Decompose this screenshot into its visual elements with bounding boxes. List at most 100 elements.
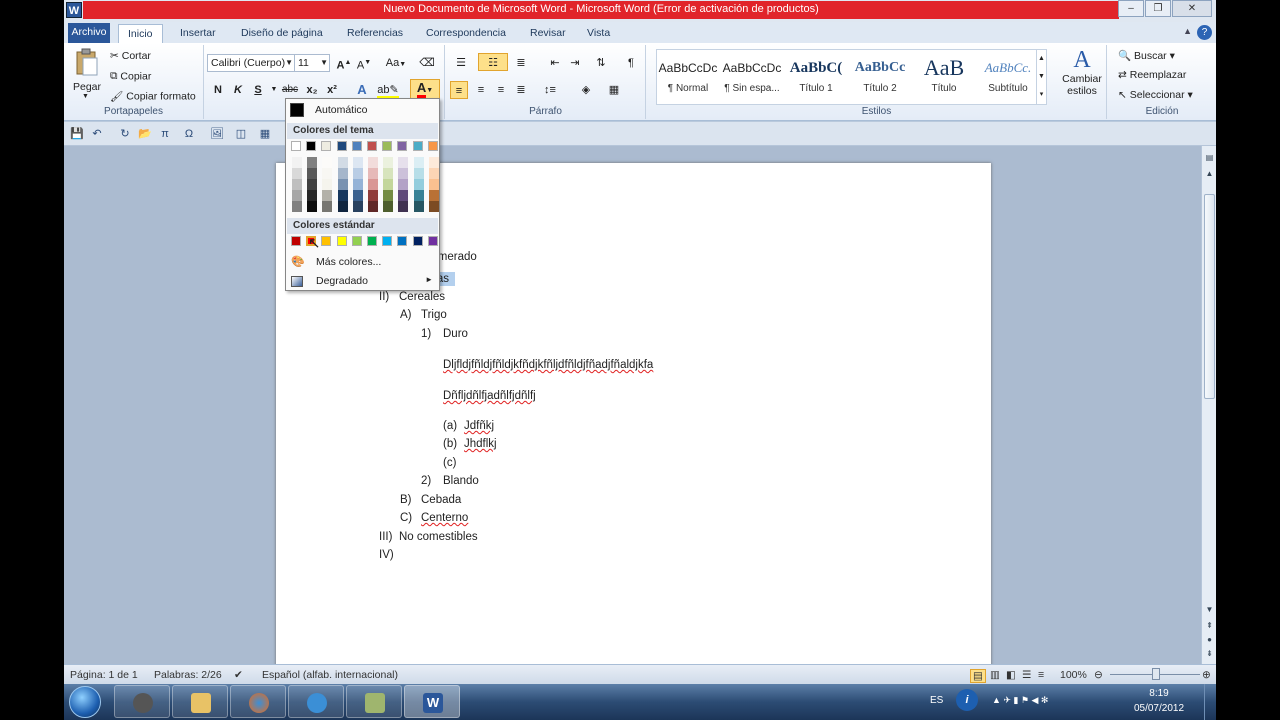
format-painter-button[interactable]: 🖌 Copiar formato [110, 90, 196, 103]
paste-icon[interactable] [74, 48, 100, 78]
grow-font-icon[interactable]: A▲ [335, 54, 353, 72]
table-icon[interactable]: ▦ [258, 127, 272, 141]
full-screen-icon[interactable]: ▥ [990, 669, 1000, 681]
align-right-icon[interactable]: ≡ [492, 81, 510, 99]
page-count[interactable]: Página: 1 de 1 [70, 669, 138, 681]
theme-shade-swatch[interactable] [337, 168, 348, 179]
taskbar-item-ie[interactable] [288, 685, 344, 718]
clear-format-icon[interactable]: ⌫ [418, 54, 436, 72]
styles-scroll[interactable]: ▲ ▼ ▾ [1036, 50, 1046, 104]
list-item[interactable]: Dñfljdñlfjadñlfjdñlfj [443, 390, 536, 402]
info-icon[interactable]: i [956, 689, 978, 711]
theme-shade-swatch[interactable] [307, 157, 318, 168]
clock-date[interactable]: 05/07/2012 [1124, 703, 1194, 714]
standard-color-swatch[interactable] [427, 236, 438, 246]
theme-shade-swatch[interactable] [292, 157, 302, 168]
symbol-icon[interactable]: Ω [182, 127, 196, 141]
open-icon[interactable]: 📂 [138, 127, 152, 141]
list-item[interactable]: Trigo [421, 309, 447, 321]
theme-shade-swatch[interactable] [352, 179, 363, 190]
taskbar-item-word[interactable]: W [404, 685, 460, 718]
subscript-button[interactable]: x₂ [303, 81, 321, 99]
theme-color-swatch[interactable] [382, 141, 393, 151]
change-case-button[interactable]: Aa▼ [384, 54, 408, 72]
theme-shade-swatch[interactable] [368, 168, 378, 179]
redo-icon[interactable]: ↻ [118, 127, 132, 141]
word-app-icon[interactable]: W [66, 2, 82, 18]
superscript-button[interactable]: x² [323, 81, 341, 99]
shapes-icon[interactable]: ◫ [234, 127, 248, 141]
theme-shade-swatch[interactable] [383, 190, 394, 201]
theme-shade-swatch[interactable] [322, 190, 333, 201]
theme-shade-swatch[interactable] [368, 157, 378, 168]
style-subtitle[interactable]: AaBbCc. Subtítulo [977, 50, 1039, 104]
style-heading2[interactable]: AaBbCc Título 2 [849, 50, 911, 104]
numbering-icon[interactable]: ☷ [478, 53, 508, 71]
theme-color-swatch[interactable] [412, 141, 423, 151]
more-colors-option[interactable]: Más colores... [316, 256, 381, 268]
theme-shade-swatch[interactable] [383, 179, 394, 190]
scroll-thumb[interactable] [1204, 194, 1215, 399]
tab-insertar[interactable]: Insertar [180, 24, 216, 43]
theme-shade-swatch[interactable] [413, 157, 424, 168]
theme-shade-swatch[interactable] [383, 201, 394, 212]
theme-shade-swatch[interactable] [337, 190, 348, 201]
theme-color-swatch[interactable] [291, 141, 301, 151]
theme-shade-swatch[interactable] [292, 168, 302, 179]
taskbar-item-app[interactable] [114, 685, 170, 718]
theme-shade-swatch[interactable] [398, 190, 409, 201]
theme-color-swatch[interactable] [367, 141, 377, 151]
close-icon[interactable]: ✕ [1172, 0, 1212, 17]
theme-shade-swatch[interactable] [352, 190, 363, 201]
cut-button[interactable]: ✂ Cortar [110, 50, 151, 62]
standard-color-swatch[interactable] [412, 236, 423, 246]
theme-shade-swatch[interactable] [322, 201, 333, 212]
theme-shade-swatch[interactable] [398, 157, 409, 168]
list-item[interactable]: Cebada [421, 494, 461, 506]
ruler-toggle-icon[interactable]: ▤ [1204, 152, 1215, 163]
theme-color-swatch[interactable] [336, 141, 347, 151]
next-page-icon[interactable]: ⇟ [1204, 648, 1215, 659]
zoom-slider-thumb[interactable] [1152, 668, 1160, 680]
find-button[interactable]: 🔍 Buscar ▾ [1118, 49, 1175, 62]
theme-shade-swatch[interactable] [398, 179, 409, 190]
theme-shade-swatch[interactable] [337, 157, 348, 168]
theme-color-swatch[interactable] [351, 141, 362, 151]
theme-color-swatch[interactable] [321, 141, 332, 151]
print-layout-icon[interactable]: ▤ [970, 669, 986, 683]
theme-shade-swatch[interactable] [428, 179, 439, 190]
style-no-spacing[interactable]: AaBbCcDc ¶ Sin espa... [721, 50, 783, 104]
theme-shade-swatch[interactable] [368, 190, 378, 201]
line-spacing-icon[interactable]: ↕≡ [538, 81, 562, 99]
outline-view-icon[interactable]: ☰ [1022, 669, 1031, 681]
theme-shade-swatch[interactable] [398, 201, 409, 212]
automatic-option[interactable]: Automático [315, 104, 368, 116]
standard-color-swatch[interactable] [367, 236, 377, 246]
scroll-down-icon[interactable]: ▼ [1204, 604, 1215, 615]
scroll-up-icon[interactable]: ▲ [1204, 168, 1215, 179]
align-left-icon[interactable]: ≡ [450, 81, 468, 99]
theme-shade-swatch[interactable] [413, 201, 424, 212]
style-normal[interactable]: AaBbCcDc ¶ Normal [657, 50, 719, 104]
vertical-scrollbar[interactable]: ▤ ▲ ▼ ⇞ ● ⇟ [1201, 146, 1216, 664]
standard-color-swatch[interactable] [351, 236, 362, 246]
bullets-icon[interactable]: ☰ [450, 54, 472, 72]
input-language[interactable]: ES [930, 695, 943, 706]
shading-icon[interactable]: ◈ [574, 81, 598, 99]
font-name-combo[interactable]: Calibri (Cuerpo) ▼ [207, 54, 295, 72]
tab-diseno[interactable]: Diseño de página [241, 24, 323, 43]
select-button[interactable]: ↖ Seleccionar ▾ [1118, 89, 1193, 101]
sort-icon[interactable]: ⇅ [592, 54, 610, 72]
zoom-level[interactable]: 100% [1060, 669, 1087, 681]
theme-shade-swatch[interactable] [413, 168, 424, 179]
equation-icon[interactable]: π [158, 127, 172, 141]
theme-shade-swatch[interactable] [307, 168, 318, 179]
theme-shade-swatch[interactable] [383, 157, 394, 168]
theme-shade-swatch[interactable] [307, 179, 318, 190]
paste-dropdown-icon[interactable]: ▼ [82, 93, 89, 100]
zoom-in-icon[interactable]: ⊕ [1202, 669, 1211, 681]
theme-shade-swatch[interactable] [413, 190, 424, 201]
theme-shade-swatch[interactable] [307, 190, 318, 201]
tab-referencias[interactable]: Referencias [347, 24, 403, 43]
undo-icon[interactable]: ↶ [90, 127, 104, 141]
